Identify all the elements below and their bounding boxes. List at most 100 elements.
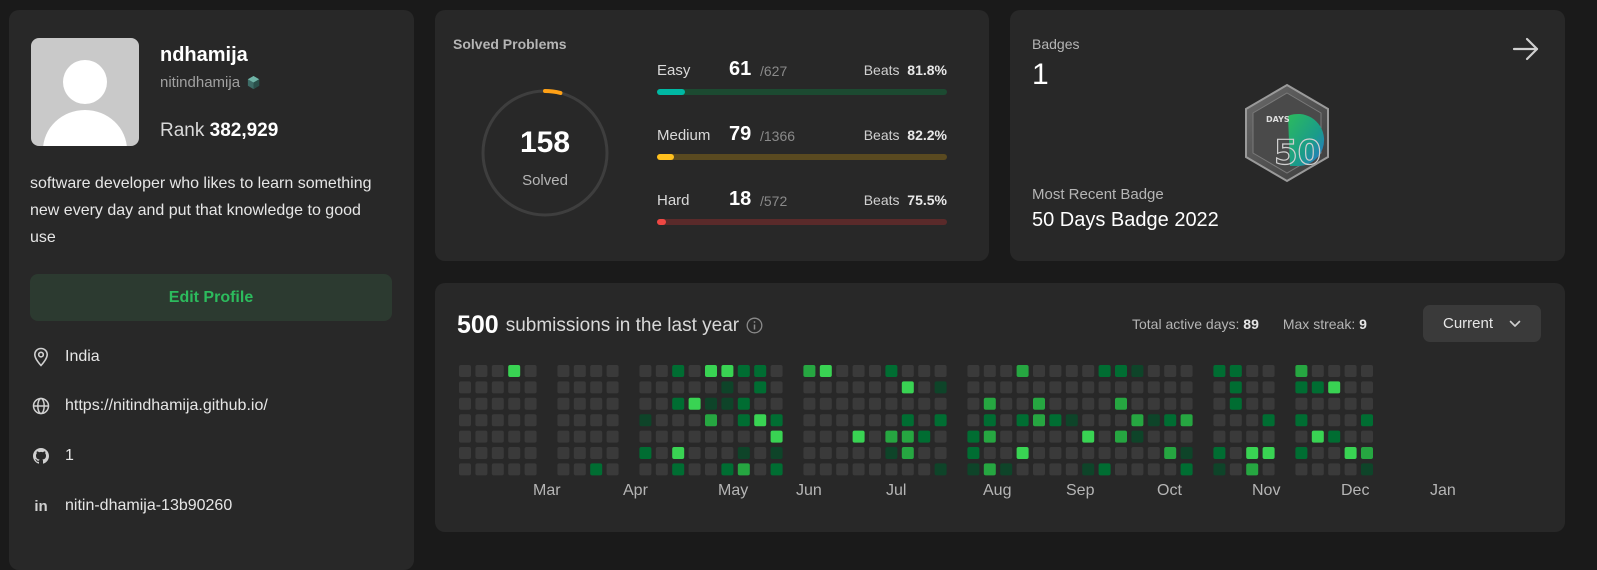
heatmap-cell[interactable] [983,463,996,476]
heatmap-cell[interactable] [1016,414,1029,427]
heatmap-cell[interactable] [1262,414,1275,427]
heatmap-cell[interactable] [934,365,947,377]
heatmap-cell[interactable] [688,463,701,476]
heatmap-cell[interactable] [1164,463,1177,476]
heatmap-cell[interactable] [1098,414,1111,427]
heatmap-cell[interactable] [983,430,996,443]
heatmap-cell[interactable] [1131,463,1144,476]
heatmap-cell[interactable] [721,430,734,443]
heatmap-cell[interactable] [590,463,603,476]
heatmap-cell[interactable] [1344,397,1357,410]
heatmap-cell[interactable] [1131,430,1144,443]
heatmap-cell[interactable] [885,463,898,476]
heatmap-cell[interactable] [737,397,750,410]
heatmap-cell[interactable] [1065,463,1078,476]
heatmap-cell[interactable] [1016,397,1029,410]
info-icon[interactable] [746,317,763,334]
heatmap-cell[interactable] [1311,414,1324,427]
heatmap-cell[interactable] [1246,397,1259,410]
heatmap-cell[interactable] [508,397,521,410]
linkedin-row[interactable]: in nitin-dhamija-13b90260 [31,497,232,515]
heatmap-cell[interactable] [688,447,701,459]
heatmap-cell[interactable] [639,430,652,443]
github-text[interactable]: 1 [65,447,74,465]
heatmap-cell[interactable] [1147,365,1160,377]
heatmap-cell[interactable] [606,365,619,377]
heatmap-cell[interactable] [754,447,767,459]
heatmap-cell[interactable] [1311,397,1324,410]
heatmap-cell[interactable] [491,414,504,427]
heatmap-cell[interactable] [852,381,865,394]
heatmap-cell[interactable] [573,414,586,427]
heatmap-cell[interactable] [1098,397,1111,410]
heatmap-cell[interactable] [983,381,996,394]
heatmap-cell[interactable] [1000,447,1013,459]
heatmap-cell[interactable] [1098,447,1111,459]
heatmap-cell[interactable] [1344,414,1357,427]
heatmap-cell[interactable] [803,463,816,476]
recent-badge-name[interactable]: 50 Days Badge 2022 [1032,209,1219,232]
heatmap-cell[interactable] [672,397,685,410]
heatmap-cell[interactable] [754,381,767,394]
heatmap-cell[interactable] [1344,365,1357,377]
heatmap-cell[interactable] [1344,430,1357,443]
heatmap-cell[interactable] [1262,430,1275,443]
heatmap-cell[interactable] [1131,365,1144,377]
heatmap-cell[interactable] [770,463,783,476]
heatmap-cell[interactable] [721,414,734,427]
heatmap-cell[interactable] [1033,381,1045,394]
heatmap-cell[interactable] [852,463,865,476]
heatmap-cell[interactable] [1246,430,1259,443]
heatmap-cell[interactable] [819,430,832,443]
heatmap-cell[interactable] [1098,463,1111,476]
heatmap-cell[interactable] [1328,381,1341,394]
heatmap-cell[interactable] [573,381,586,394]
heatmap-cell[interactable] [737,414,750,427]
heatmap-cell[interactable] [1180,463,1193,476]
heatmap-cell[interactable] [1016,365,1029,377]
heatmap-cell[interactable] [655,447,668,459]
heatmap-cell[interactable] [688,397,701,410]
heatmap-cell[interactable] [655,430,668,443]
heatmap-cell[interactable] [655,397,668,410]
heatmap-cell[interactable] [869,414,881,427]
heatmap-cell[interactable] [524,463,537,476]
heatmap-cell[interactable] [475,365,488,377]
heatmap-cell[interactable] [475,463,488,476]
heatmap-cell[interactable] [573,447,586,459]
heatmap-cell[interactable] [491,463,504,476]
heatmap-cell[interactable] [934,430,947,443]
heatmap-cell[interactable] [606,447,619,459]
heatmap-cell[interactable] [590,365,603,377]
heatmap-cell[interactable] [1295,447,1308,459]
heatmap-cell[interactable] [639,365,652,377]
heatmap-cell[interactable] [1164,381,1177,394]
heatmap-cell[interactable] [557,365,570,377]
heatmap-cell[interactable] [836,430,849,443]
heatmap-cell[interactable] [491,381,504,394]
heatmap-cell[interactable] [1344,447,1357,459]
heatmap-cell[interactable] [573,463,586,476]
heatmap-cell[interactable] [983,447,996,459]
heatmap-cell[interactable] [918,397,931,410]
heatmap-cell[interactable] [934,397,947,410]
heatmap-cell[interactable] [606,397,619,410]
heatmap-cell[interactable] [770,381,783,394]
heatmap-cell[interactable] [508,381,521,394]
heatmap-cell[interactable] [1246,414,1259,427]
heatmap-cell[interactable] [836,381,849,394]
heatmap-cell[interactable] [1131,397,1144,410]
heatmap-cell[interactable] [1049,381,1062,394]
heatmap-cell[interactable] [1311,430,1324,443]
heatmap-cell[interactable] [475,381,488,394]
heatmap-cell[interactable] [869,430,881,443]
heatmap-cell[interactable] [1328,397,1341,410]
heatmap-cell[interactable] [590,397,603,410]
heatmap-cell[interactable] [1361,430,1373,443]
heatmap-cell[interactable] [475,397,488,410]
heatmap-cell[interactable] [1213,447,1226,459]
heatmap-cell[interactable] [819,397,832,410]
heatmap-cell[interactable] [672,447,685,459]
heatmap-cell[interactable] [1328,463,1341,476]
heatmap-cell[interactable] [770,414,783,427]
